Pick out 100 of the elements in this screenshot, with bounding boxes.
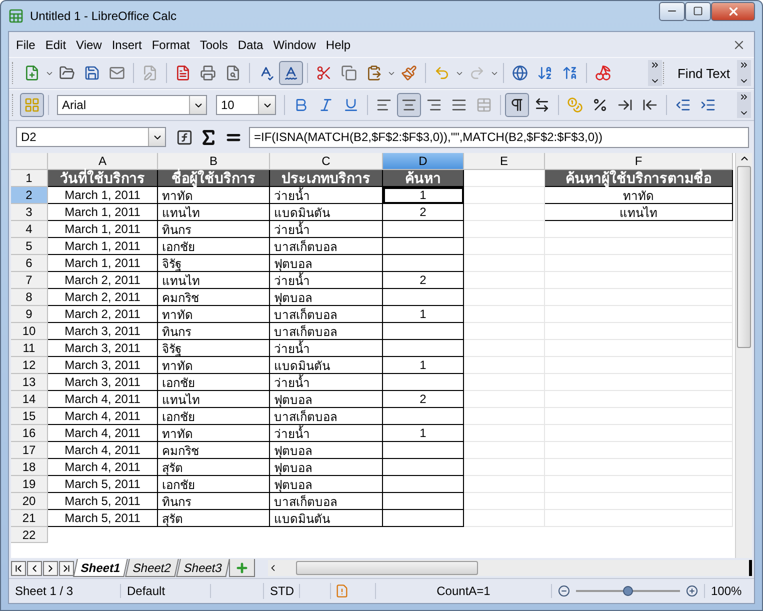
menu-item[interactable]: Edit (40, 34, 72, 56)
row-header[interactable]: 16 (11, 425, 48, 442)
remove-decimal-icon (642, 97, 658, 113)
maximize-button[interactable] (685, 2, 711, 20)
row-header[interactable]: 11 (11, 340, 48, 357)
row-header[interactable]: 8 (11, 289, 48, 306)
name-box[interactable]: D2 (16, 127, 166, 147)
percent-icon (592, 97, 608, 113)
autospell-button[interactable] (279, 61, 303, 85)
row-header[interactable]: 5 (11, 238, 48, 255)
menu-item[interactable]: File (11, 34, 40, 56)
add-decimal-icon (617, 97, 633, 113)
zoom-thumb[interactable] (623, 586, 633, 596)
dropdown-button[interactable] (189, 96, 206, 114)
table-cell: 1 (383, 425, 464, 442)
column-header[interactable]: C (270, 153, 383, 170)
row-header[interactable]: 3 (11, 204, 48, 221)
row-header[interactable]: 15 (11, 408, 48, 425)
sheet-tab[interactable]: Sheet1 (73, 559, 128, 577)
row-header[interactable]: 13 (11, 374, 48, 391)
dropdown-button[interactable] (258, 96, 275, 114)
menu-item[interactable]: Data (232, 34, 268, 56)
table-cell: March 1, 2011 (48, 255, 158, 272)
row-header[interactable]: 14 (11, 391, 48, 408)
row-header[interactable]: 21 (11, 510, 48, 527)
sort-ascending-icon (537, 65, 553, 81)
menu-item[interactable]: Insert (106, 34, 147, 56)
menu-item[interactable]: Help (320, 34, 356, 56)
column-header[interactable]: F (545, 153, 733, 170)
pilcrow-button[interactable] (505, 93, 529, 117)
row-header[interactable]: 19 (11, 476, 48, 493)
paintbrush-icon (401, 65, 417, 81)
column-header[interactable]: D (383, 153, 464, 170)
table-cell: ทินกร (158, 221, 270, 238)
table-cell: ว่ายน้ำ (270, 272, 383, 289)
row-header[interactable]: 17 (11, 442, 48, 459)
column-header[interactable]: B (158, 153, 270, 170)
column-header[interactable]: E (464, 153, 545, 170)
font-name-field[interactable]: Arial (57, 95, 207, 115)
vertical-scrollbar[interactable] (735, 153, 752, 558)
menu-item[interactable]: Format (146, 34, 195, 56)
table-cell: 2 (383, 204, 464, 221)
table-cell: March 4, 2011 (48, 408, 158, 425)
toolbar-overflow-button[interactable] (737, 60, 751, 86)
toolbar-overflow-button[interactable] (648, 60, 662, 86)
row-header[interactable]: 4 (11, 221, 48, 238)
function-wizard-icon[interactable] (176, 128, 193, 146)
table-cell: แทนไท (545, 204, 733, 221)
print-icon (200, 65, 216, 81)
scrollbar-thumb[interactable] (737, 166, 751, 348)
chevrons-icon (739, 60, 749, 70)
close-button[interactable] (711, 2, 755, 20)
next-sheet-button[interactable] (43, 560, 58, 576)
row-header[interactable]: 18 (11, 459, 48, 476)
italic-icon (318, 97, 334, 113)
find-text-label[interactable]: Find Text (671, 66, 736, 80)
previous-sheet-button[interactable] (27, 560, 42, 576)
row-header[interactable]: 20 (11, 493, 48, 510)
dropdown-button[interactable] (148, 128, 165, 146)
menu-item[interactable]: Tools (194, 34, 233, 56)
last-sheet-button[interactable] (59, 560, 74, 576)
zoom-out-icon[interactable] (558, 585, 570, 597)
menu-item[interactable]: Window (268, 34, 321, 56)
align-center-icon (401, 97, 417, 113)
zoom-in-icon[interactable] (686, 585, 698, 597)
minimize-button[interactable] (659, 2, 685, 20)
row-header[interactable]: 2 (11, 187, 48, 204)
font-size-field[interactable]: 10 (216, 95, 276, 115)
sheet-tab[interactable]: Sheet3 (176, 559, 230, 577)
toolbar-overflow-button[interactable] (737, 92, 751, 118)
formula-field[interactable]: =IF(ISNA(MATCH(B2,$F$2:$F$3,0)),"",MATCH(B2,$F$2:$F$3,0)) (249, 126, 749, 148)
table-cell: แบดมินตัน (270, 510, 383, 527)
row-header[interactable]: 10 (11, 323, 48, 340)
align-center-button[interactable] (397, 93, 421, 117)
header-cell: วันที่ใช้บริการ (48, 170, 158, 187)
horizontal-scrollbar[interactable] (268, 560, 752, 576)
row-header[interactable]: 22 (11, 527, 48, 543)
add-sheet-button[interactable] (229, 559, 256, 577)
table-cell: ว่ายน้ำ (270, 374, 383, 391)
table-cell: ทาทัด (158, 425, 270, 442)
row-header[interactable]: 6 (11, 255, 48, 272)
table-cell: ทาทัด (158, 357, 270, 374)
table-cell: ทาทัด (545, 187, 733, 204)
column-header[interactable]: A (48, 153, 158, 170)
row-header[interactable]: 1 (11, 170, 48, 187)
menu-item[interactable]: View (71, 34, 107, 56)
row-header[interactable]: 7 (11, 272, 48, 289)
mail-icon (109, 65, 125, 81)
first-sheet-button[interactable] (11, 560, 26, 576)
table-cell: March 4, 2011 (48, 459, 158, 476)
table-cell: 2 (383, 272, 464, 289)
table-cell: ทินกร (158, 323, 270, 340)
scrollbar-thumb[interactable] (296, 561, 478, 575)
row-header[interactable]: 9 (11, 306, 48, 323)
window-title: Untitled 1 - LibreOffice Calc (30, 9, 178, 23)
sheet-tab[interactable]: Sheet2 (125, 559, 180, 577)
row-header[interactable]: 12 (11, 357, 48, 374)
styles-icon (24, 97, 40, 113)
underline-icon (343, 97, 359, 113)
table-cell: 1 (383, 306, 464, 323)
